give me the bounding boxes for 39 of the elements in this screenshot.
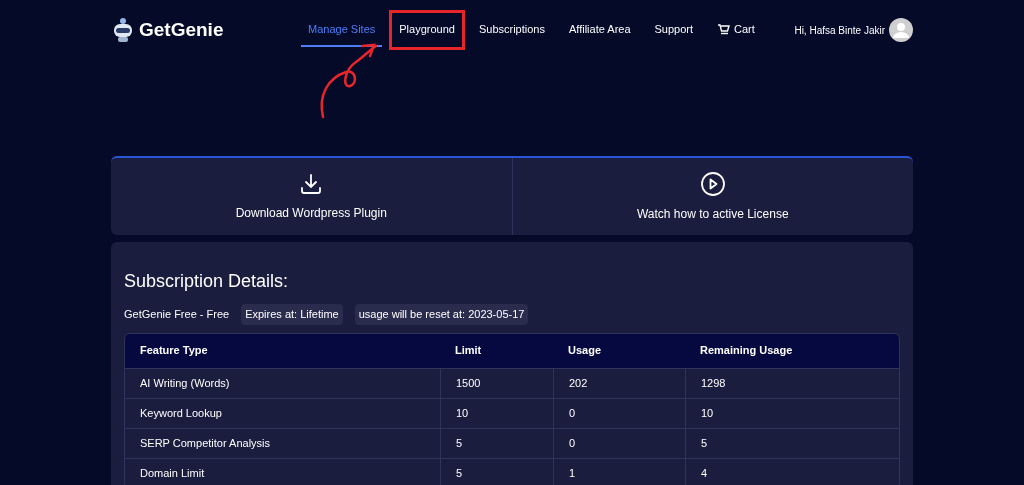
info-badge: usage will be reset at: 2023-05-17 [354,304,529,325]
cart-icon [717,23,731,35]
table-cell: 10 [440,398,553,428]
action-button[interactable]: Watch how to active License [511,158,913,235]
nav-link[interactable]: Cart [710,12,762,48]
column-header: Limit [454,343,483,359]
nav-link[interactable]: Playground [392,12,462,48]
table-cell-text: AI Writing (Words) [139,375,231,391]
table-cell: 202 [553,368,685,398]
brand-name: GetGenie [139,17,224,42]
table-cell: 4 [685,458,899,485]
nav-link[interactable]: Support [647,12,701,48]
nav-link[interactable]: Affiliate Area [561,12,638,48]
table-cell: 1 [553,458,685,485]
table-cell-text: Domain Limit [139,465,206,481]
table-cell: 5 [440,428,553,458]
column-header: Remaining Usage [699,343,794,359]
nav-link[interactable]: Manage Sites [301,12,383,48]
section-title: Subscription Details: [124,270,290,293]
plan-name: GetGenie Free - Free [124,307,230,322]
download-icon [299,171,324,196]
table-cell: 0 [553,428,685,458]
table-cell: 1298 [685,368,899,398]
table-cell: 5 [440,458,553,485]
table-cell: 0 [553,398,685,428]
user-greeting: Hi, Hafsa Binte Jakir [794,23,885,38]
table-cell: 10 [685,398,899,428]
table-cell: 1500 [440,368,553,398]
nav-link[interactable]: Subscriptions [471,12,552,48]
column-header: Feature Type [139,343,209,359]
action-button[interactable]: Download Wordpress Plugin [111,158,512,235]
column-header: Usage [567,343,603,359]
genie-logo-icon [111,17,135,43]
play-icon [699,170,726,197]
info-badge: Expires at: Lifetime [241,304,343,325]
avatar-icon[interactable] [889,18,913,42]
table-cell: 5 [685,428,899,458]
table-cell-text: Keyword Lookup [139,405,223,421]
table-cell-text: SERP Competitor Analysis [139,435,272,451]
